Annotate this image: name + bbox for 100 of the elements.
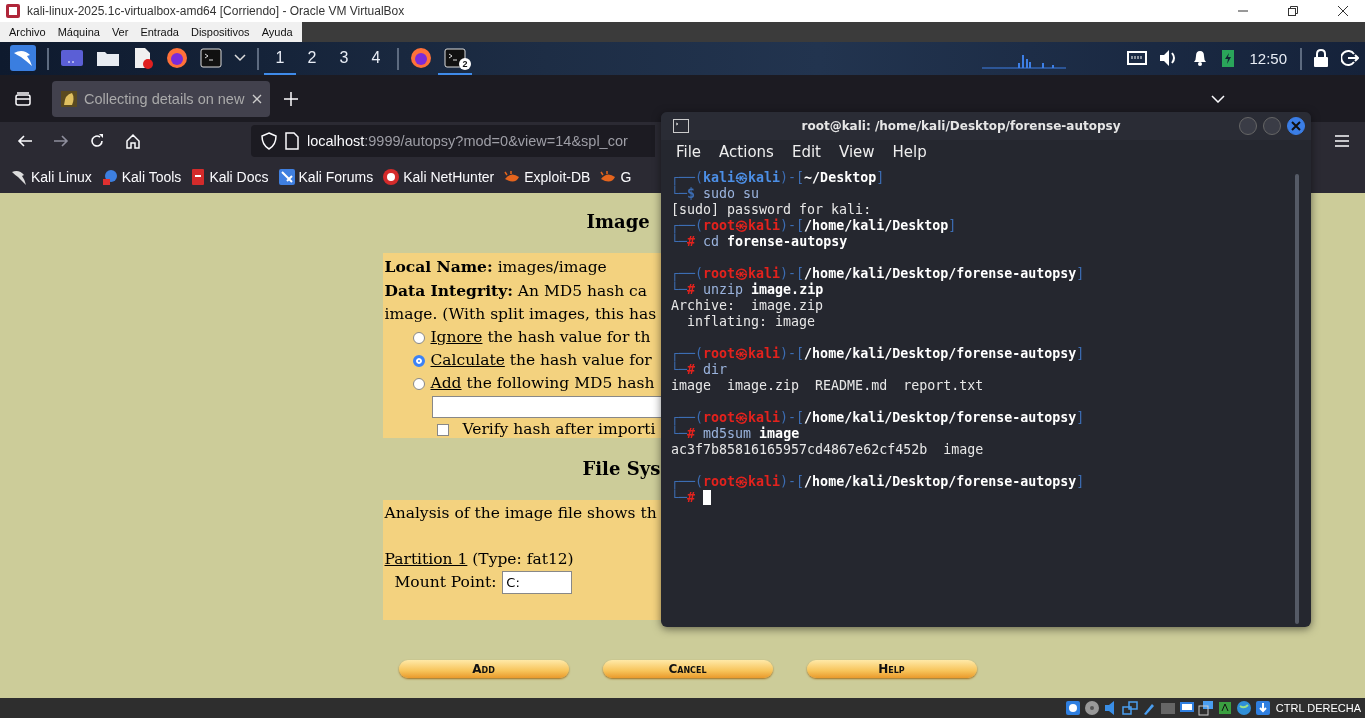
menu-item[interactable]: View: [829, 143, 884, 161]
hash-input-field[interactable]: [431, 396, 661, 418]
browser-tab[interactable]: Collecting details on new: [52, 80, 270, 117]
disc-icon[interactable]: [1083, 700, 1100, 716]
option-link[interactable]: Add: [430, 374, 462, 392]
action-button[interactable]: Help: [806, 660, 977, 678]
command-line: └─# unzip image.zip: [671, 282, 824, 298]
close-icon: [1337, 5, 1349, 17]
output-line: image image.zip README.md report.txt: [671, 378, 984, 394]
command-line: └─#: [671, 490, 712, 506]
menu-item[interactable]: Edit: [782, 143, 830, 161]
firefox-icon: [166, 46, 188, 69]
workspace-button[interactable]: 4: [360, 42, 392, 75]
option-label: Add the following MD5 hash: [430, 373, 655, 394]
address-bar[interactable]: localhost:9999/autopsy?mod=0&view=14&spl_cor: [251, 125, 655, 157]
menu-item[interactable]: Máquina: [51, 22, 106, 42]
page-icon: [285, 132, 299, 150]
bookmark[interactable]: Kali Forums: [275, 168, 377, 185]
menu-item[interactable]: Entrada: [134, 22, 185, 42]
menu-item[interactable]: Help: [883, 143, 936, 161]
home-icon: [125, 133, 141, 149]
workspace-button[interactable]: 3: [328, 42, 360, 75]
menu-item[interactable]: Actions: [710, 143, 783, 161]
workspace-button[interactable]: 2: [296, 42, 328, 75]
output-line: [sudo] password for kali:: [671, 202, 872, 218]
battery-icon: [1221, 47, 1236, 68]
prompt-line: ┌──(root㉿kali)-[/home/kali/Desktop]: [671, 218, 957, 234]
document-icon: [132, 46, 154, 69]
clock: 12:50: [1248, 50, 1288, 67]
partition-text: Partition 1 (Type: fat12): [384, 549, 574, 570]
action-button[interactable]: Add: [398, 660, 569, 678]
output-line: inflating: image: [686, 314, 816, 330]
reload-icon: [89, 133, 105, 149]
command-line: └─# md5sum image: [671, 426, 800, 442]
checkbox[interactable]: [436, 423, 449, 436]
close-icon[interactable]: [252, 93, 262, 104]
bookmark[interactable]: G: [597, 168, 635, 185]
partition-link[interactable]: Partition 1: [384, 550, 468, 568]
menu-item[interactable]: Dispositivos: [184, 22, 256, 42]
close-icon: [1291, 121, 1301, 131]
output-line: Archive: image.zip: [671, 298, 824, 314]
option-link[interactable]: Ignore: [430, 328, 483, 346]
bookmark[interactable]: Kali NetHunter: [380, 168, 498, 185]
chevron-icon: [1211, 94, 1225, 103]
bookmark[interactable]: Kali Linux: [8, 168, 95, 185]
windows-icon[interactable]: [1197, 700, 1214, 716]
command-line: └─# cd forense-autopsy: [671, 234, 848, 250]
chip-icon[interactable]: [1216, 700, 1233, 716]
target-icon: [383, 168, 400, 185]
globe-icon[interactable]: [1235, 700, 1252, 716]
logout-icon: [1341, 48, 1359, 67]
app-icon: [5, 3, 21, 19]
field-label: Mount Point:: [394, 572, 497, 593]
command-line: └─# dir: [671, 362, 728, 378]
desktop-icon: [60, 47, 84, 68]
output-line: ac3f7b85816165957cd4867e62cf452b image: [671, 442, 984, 458]
tabs-icon: [14, 90, 32, 107]
close-button[interactable]: [1287, 117, 1305, 135]
command-line: └─$ sudo su: [671, 186, 760, 202]
document-icon: [191, 168, 206, 185]
menu-item[interactable]: Ver: [105, 22, 135, 42]
plus-icon: [284, 91, 298, 106]
checkbox-label: Verify hash after importi: [462, 419, 656, 440]
radio-button[interactable]: [412, 377, 425, 390]
prompt-line: ┌──(root㉿kali)-[/home/kali/Desktop/forense-autopsy]: [671, 410, 1085, 426]
menu-icon: [1334, 134, 1350, 148]
download-icon[interactable]: [1254, 700, 1271, 716]
menu-item[interactable]: Archivo: [3, 22, 52, 42]
prompt-line: ┌──(root㉿kali)-[/home/kali/Desktop/forense-autopsy]: [671, 474, 1085, 490]
caret-icon: [234, 53, 246, 62]
option-link[interactable]: Calculate: [430, 351, 505, 369]
radio-button[interactable]: [412, 354, 425, 367]
prompt-line: ┌──(root㉿kali)-[/home/kali/Desktop/forense-autopsy]: [671, 266, 1085, 282]
forum-icon: [278, 168, 295, 185]
network-icon[interactable]: [1121, 700, 1138, 716]
page-icon: [60, 89, 78, 108]
bookmark[interactable]: Kali Docs: [188, 168, 272, 185]
radio-button[interactable]: [412, 331, 425, 344]
field-text: Local Name: images/image: [384, 256, 607, 278]
firefox-icon: [410, 46, 432, 69]
url-text: localhost:9999/autopsy?mod=0&view=14&spl_cor: [307, 133, 628, 149]
scrollbar[interactable]: [1295, 174, 1299, 624]
prompt-line: ┌──(root㉿kali)-[/home/kali/Desktop/forense-autopsy]: [671, 346, 1085, 362]
menu-item[interactable]: Ayuda: [255, 22, 299, 42]
window-title: root@kali: /home/kali/Desktop/forense-autopsy: [800, 119, 1122, 133]
option-label: Ignore the hash value for th: [430, 327, 651, 348]
bookmark[interactable]: Exploit-DB: [501, 168, 594, 185]
network-icon: [1127, 49, 1148, 66]
mount-point-field[interactable]: C:: [502, 571, 573, 594]
terminal-icon: [200, 47, 222, 68]
lock-icon: [1313, 48, 1329, 67]
menu-icon: [10, 44, 36, 71]
bookmark[interactable]: Kali Tools: [98, 168, 185, 185]
description-text: Analysis of the image file shows th: [384, 503, 657, 524]
window-title: kali-linux-2025.1c-virtualbox-amd64 [Corriendo] - Oracle VM VirtualBox: [27, 4, 405, 18]
bug-icon: [504, 168, 521, 185]
description-text: image. (With split images, this has: [384, 304, 657, 325]
menu-item[interactable]: File: [667, 143, 711, 161]
globe-icon: [101, 168, 118, 185]
action-button[interactable]: Cancel: [602, 660, 773, 678]
